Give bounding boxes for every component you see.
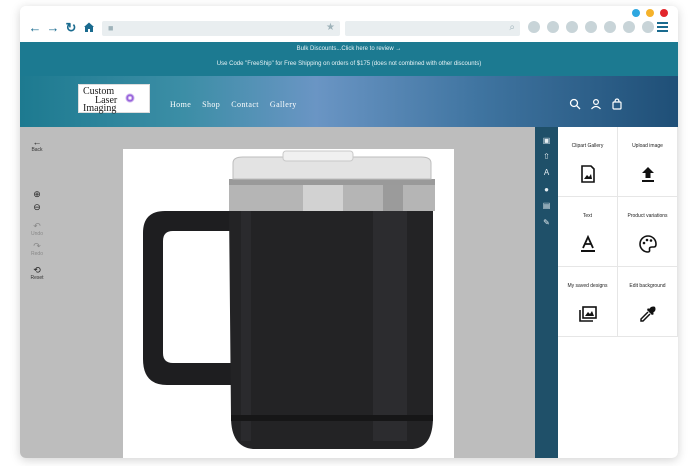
extension-icon[interactable] bbox=[604, 21, 616, 33]
tile-label: Text bbox=[582, 213, 593, 219]
back-button[interactable]: ← Back bbox=[20, 137, 54, 153]
tile-label: Clipart Gallery bbox=[571, 143, 604, 149]
logo-line: Imaging bbox=[83, 103, 117, 114]
search-icon[interactable] bbox=[569, 98, 581, 110]
gallery-icon[interactable]: ▤ bbox=[541, 200, 552, 211]
logo-flare bbox=[125, 93, 135, 103]
mug-product-image bbox=[143, 150, 435, 449]
redo-button[interactable]: ↷ Redo bbox=[20, 241, 54, 257]
bulk-discount-link[interactable]: Bulk Discounts...Click here to review → bbox=[20, 46, 678, 52]
tile-label: Edit background bbox=[629, 283, 666, 289]
browser-chrome: ← → ↻ ■ ★ ⌕ bbox=[20, 6, 678, 42]
close-dot[interactable] bbox=[660, 9, 668, 17]
announcement-bar: Bulk Discounts...Click here to review → … bbox=[20, 42, 678, 76]
my-saved-designs-tile[interactable]: My saved designs bbox=[558, 267, 618, 337]
arrow-left-icon: ← bbox=[32, 137, 42, 147]
extension-icon[interactable] bbox=[585, 21, 597, 33]
browser-window: ← → ↻ ■ ★ ⌕ Bulk Discounts...Click here … bbox=[20, 6, 678, 458]
extension-icon[interactable] bbox=[566, 21, 578, 33]
main-nav: Home Shop Contact Gallery bbox=[170, 100, 297, 109]
extension-icon[interactable] bbox=[623, 21, 635, 33]
extension-icon[interactable] bbox=[547, 21, 559, 33]
cart-icon[interactable] bbox=[611, 98, 623, 110]
zoom-in-icon: ⊕ bbox=[33, 189, 41, 199]
tile-label: My saved designs bbox=[567, 283, 608, 289]
text-icon bbox=[581, 235, 595, 252]
free-shipping-notice: Use Code "FreeShip" for Free Shipping on… bbox=[216, 61, 482, 67]
image-icon bbox=[581, 165, 595, 183]
undo-icon: ↶ bbox=[33, 221, 41, 231]
clipart-gallery-tile[interactable]: Clipart Gallery bbox=[558, 127, 618, 197]
window-controls bbox=[632, 9, 668, 17]
quick-tools-strip: ▣ ⇧ A ● ▤ ✎ bbox=[535, 127, 558, 458]
text-icon[interactable]: A bbox=[541, 167, 552, 178]
upload-icon[interactable]: ⇧ bbox=[541, 151, 552, 162]
text-tile[interactable]: Text bbox=[558, 197, 618, 267]
home-icon[interactable] bbox=[82, 21, 96, 35]
nav-shop[interactable]: Shop bbox=[202, 100, 220, 109]
product-variations-tile[interactable]: Product variations bbox=[618, 197, 678, 267]
reload-icon[interactable]: ↻ bbox=[64, 21, 78, 35]
tile-label: Product variations bbox=[627, 213, 668, 219]
eyedropper-icon[interactable]: ✎ bbox=[541, 217, 552, 228]
upload-icon bbox=[642, 167, 654, 182]
left-toolbar: ← Back ⊕ ⊖ ↶ Undo ↷ Redo ⟲ Reset bbox=[20, 127, 54, 458]
zoom-out-button[interactable]: ⊖ bbox=[20, 202, 54, 212]
lock-icon: ■ bbox=[108, 23, 114, 33]
nav-home[interactable]: Home bbox=[170, 100, 191, 109]
search-icon: ⌕ bbox=[509, 22, 515, 33]
palette-icon bbox=[639, 235, 657, 253]
design-workspace: ← Back ⊕ ⊖ ↶ Undo ↷ Redo ⟲ Reset ▣ ⇧ A ●… bbox=[20, 127, 678, 458]
site-logo[interactable]: Custom Laser Imaging bbox=[78, 84, 150, 114]
design-canvas[interactable] bbox=[123, 149, 454, 458]
reset-label: Reset bbox=[30, 275, 44, 281]
zoom-in-button[interactable]: ⊕ bbox=[20, 189, 54, 199]
site-header: Custom Laser Imaging Home Shop Contact G… bbox=[20, 76, 678, 127]
minimize-dot[interactable] bbox=[632, 9, 640, 17]
reset-icon: ⟲ bbox=[33, 265, 41, 275]
edit-background-tile[interactable]: Edit background bbox=[618, 267, 678, 337]
design-tools-panel: Clipart Gallery Upload image Text Produc… bbox=[558, 127, 678, 458]
gallery-icon bbox=[579, 306, 597, 322]
undo-label: Undo bbox=[31, 231, 43, 237]
back-arrow-icon[interactable]: ← bbox=[28, 21, 42, 35]
header-icons bbox=[569, 98, 623, 110]
undo-button[interactable]: ↶ Undo bbox=[20, 221, 54, 237]
nav-gallery[interactable]: Gallery bbox=[270, 100, 297, 109]
reset-button[interactable]: ⟲ Reset bbox=[20, 265, 54, 281]
palette-icon[interactable]: ● bbox=[541, 184, 552, 195]
redo-icon: ↷ bbox=[33, 241, 41, 251]
address-bar[interactable]: ■ ★ bbox=[102, 21, 340, 36]
extension-icon[interactable] bbox=[528, 21, 540, 33]
tile-label: Upload image bbox=[632, 143, 663, 149]
eyedropper-icon bbox=[640, 306, 656, 322]
back-label: Back bbox=[31, 147, 43, 153]
nav-contact[interactable]: Contact bbox=[231, 100, 259, 109]
star-icon[interactable]: ★ bbox=[326, 22, 335, 33]
forward-arrow-icon[interactable]: → bbox=[46, 21, 60, 35]
browser-search-bar[interactable]: ⌕ bbox=[345, 21, 520, 36]
image-icon[interactable]: ▣ bbox=[541, 135, 552, 146]
maximize-dot[interactable] bbox=[646, 9, 654, 17]
redo-label: Redo bbox=[31, 251, 43, 257]
account-icon[interactable] bbox=[590, 98, 602, 110]
upload-image-tile[interactable]: Upload image bbox=[618, 127, 678, 197]
extension-icon[interactable] bbox=[642, 21, 654, 33]
zoom-out-icon: ⊖ bbox=[33, 202, 41, 212]
hamburger-icon[interactable] bbox=[657, 22, 668, 34]
